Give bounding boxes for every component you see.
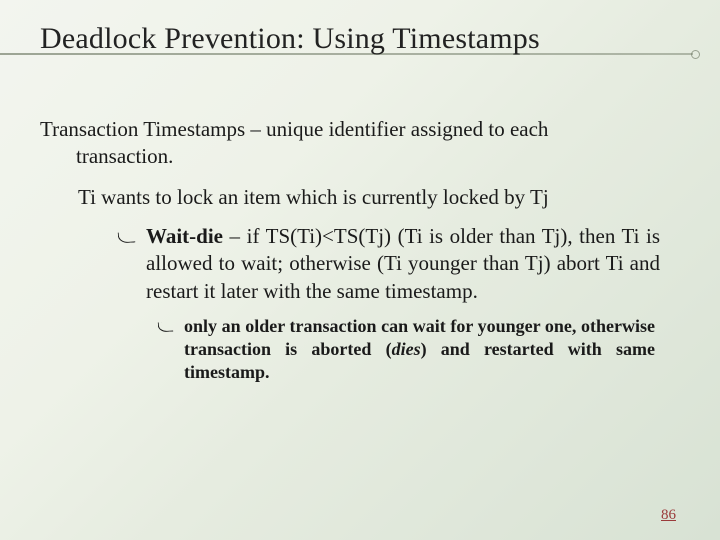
page-number: 86 — [661, 507, 676, 524]
definition-text-line1: – unique identifier assigned to each — [245, 117, 548, 141]
wait-die-term: Wait-die — [146, 224, 223, 248]
definition-text-line2: transaction. — [40, 143, 680, 170]
sub-bullet-em: dies — [392, 339, 421, 359]
definition-paragraph: Transaction Timestamps – unique identifi… — [40, 116, 680, 170]
scenario-paragraph: Ti wants to lock an item which is curren… — [78, 184, 680, 211]
wait-die-bullet: Wait-die – if TS(Ti)<TS(Tj) (Ti is older… — [118, 223, 680, 305]
wait-die-text: – if TS(Ti)<TS(Tj) (Ti is older than Tj)… — [146, 224, 660, 303]
slide-title: Deadlock Prevention: Using Timestamps — [40, 22, 680, 56]
slide-body: Deadlock Prevention: Using Timestamps Tr… — [0, 0, 720, 540]
definition-term: Transaction Timestamps — [40, 117, 245, 141]
wait-die-sub-bullet: only an older transaction can wait for y… — [158, 315, 680, 384]
